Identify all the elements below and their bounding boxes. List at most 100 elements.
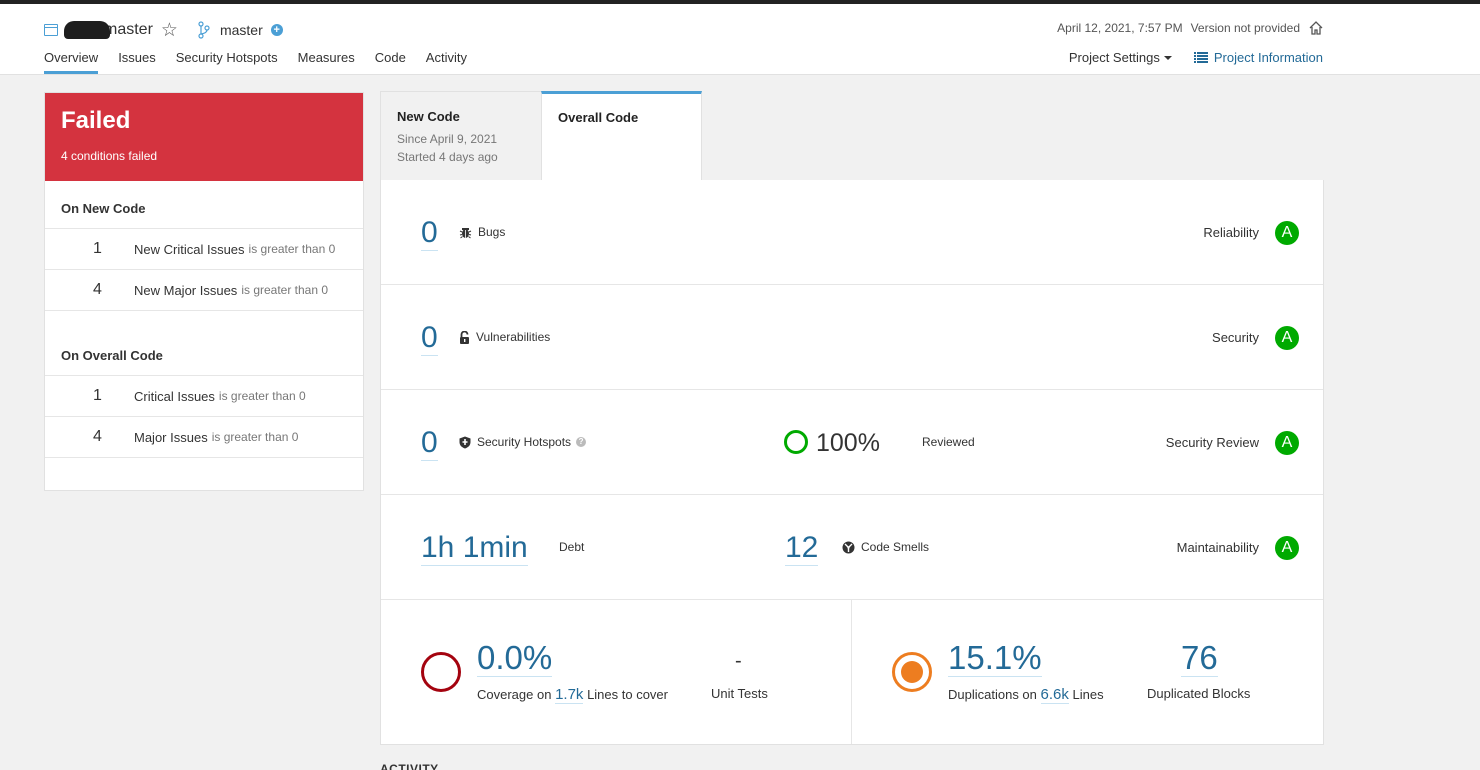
condition-metric: Critical Issues	[134, 388, 215, 404]
unit-tests-label: Unit Tests	[711, 686, 768, 701]
shield-icon	[459, 436, 471, 448]
condition-row[interactable]: 1 Critical Issues is greater than 0	[45, 376, 363, 417]
condition-value: 1	[93, 240, 102, 257]
coverage-value[interactable]: 0.0%	[477, 640, 553, 677]
tab-activity[interactable]: Activity	[426, 50, 467, 74]
vulnerabilities-row: 0 Vulnerabilities Security A	[381, 285, 1323, 390]
version-label: Version not provided	[1190, 21, 1300, 35]
coverage-duplications-row: 0.0% Coverage on 1.7k Lines to cover - U…	[381, 600, 1323, 744]
security-label: Security	[1212, 330, 1259, 345]
condition-row[interactable]: 1 New Critical Issues is greater than 0	[45, 229, 363, 270]
coverage-label: Coverage on 1.7k Lines to cover	[477, 686, 668, 704]
condition-metric: New Major Issues	[134, 282, 238, 298]
analysis-meta: April 12, 2021, 7:57 PM Version not prov…	[1057, 20, 1324, 36]
coverage-donut-icon	[421, 652, 461, 692]
debt-value[interactable]: 1h 1min	[421, 531, 528, 566]
coverage-label-suffix: Lines to cover	[587, 687, 668, 702]
page-header: master ☆ master + April 12, 2021, 7:57 P…	[0, 4, 1480, 75]
debt-label: Debt	[559, 540, 585, 554]
maintainability-label: Maintainability	[1176, 540, 1259, 555]
condition-row[interactable]: 4 New Major Issues is greater than 0	[45, 270, 363, 311]
condition-value: 4	[93, 428, 102, 445]
quality-gate-title: Failed	[61, 107, 131, 134]
duplicated-blocks-label: Duplicated Blocks	[1147, 686, 1251, 701]
condition-operator: is greater than 0	[218, 389, 306, 403]
nav-right: Project Settings Project Information	[1069, 50, 1323, 65]
security-rating[interactable]: A	[1275, 326, 1299, 350]
unit-tests-value: -	[735, 650, 742, 672]
redacted-project-name	[64, 21, 110, 39]
tab-new-code-started: Started 4 days ago	[397, 150, 498, 164]
duplications-donut-icon	[892, 652, 932, 692]
quality-gate-status: Failed 4 conditions failed	[45, 93, 363, 181]
tab-new-code-since: Since April 9, 2021	[397, 132, 498, 146]
tab-overview[interactable]: Overview	[44, 50, 99, 74]
tab-overall-code-title: Overall Code	[558, 110, 639, 125]
bugs-text: Bugs	[478, 225, 506, 239]
project-settings-dropdown[interactable]: Project Settings	[1069, 50, 1172, 65]
section-title: On Overall Code	[45, 311, 363, 376]
hotspots-label: Security Hotspots ?	[459, 435, 587, 449]
project-name[interactable]: master	[104, 21, 153, 39]
bugs-label: Bugs	[459, 225, 505, 239]
activity-heading: ACTIVITY	[380, 762, 439, 770]
condition-operator: is greater than 0	[211, 430, 299, 444]
measures-panel: 0 Bugs Reliability A 0 Vulnerabilities S…	[380, 180, 1324, 745]
maintainability-rating[interactable]: A	[1275, 536, 1299, 560]
duplicated-blocks-value[interactable]: 76	[1181, 640, 1218, 677]
bugs-row: 0 Bugs Reliability A	[381, 180, 1323, 285]
condition-metric: Major Issues	[134, 429, 208, 445]
branch-name[interactable]: master	[220, 22, 263, 38]
reviewed-percent[interactable]: 100%	[816, 426, 880, 460]
condition-operator: is greater than 0	[241, 283, 329, 297]
duplications-cell: 15.1% Duplications on 6.6k Lines 76 Dupl…	[852, 600, 1323, 744]
section-title: On New Code	[45, 181, 363, 229]
home-icon[interactable]	[1308, 20, 1324, 36]
analysis-date: April 12, 2021, 7:57 PM	[1057, 21, 1183, 35]
quality-gate-summary: 4 conditions failed	[61, 149, 158, 163]
vulnerabilities-value[interactable]: 0	[421, 321, 438, 356]
vulnerabilities-label: Vulnerabilities	[459, 330, 550, 344]
tab-overall-code[interactable]: Overall Code	[541, 91, 702, 180]
list-icon	[1193, 52, 1208, 63]
vulnerabilities-text: Vulnerabilities	[476, 330, 551, 344]
reviewed-donut-icon	[784, 430, 808, 454]
tab-code[interactable]: Code	[375, 50, 406, 74]
condition-value: 1	[93, 387, 102, 404]
coverage-label-prefix: Coverage on	[477, 687, 552, 702]
security-review-rating[interactable]: A	[1275, 431, 1299, 455]
reviewed-label: Reviewed	[922, 435, 975, 449]
coverage-cell: 0.0% Coverage on 1.7k Lines to cover - U…	[381, 600, 852, 744]
tab-new-code[interactable]: New Code Since April 9, 2021 Started 4 d…	[380, 91, 542, 180]
tab-issues[interactable]: Issues	[118, 50, 156, 74]
condition-row[interactable]: 4 Major Issues is greater than 0	[45, 417, 363, 458]
condition-operator: is greater than 0	[248, 242, 336, 256]
duplications-value[interactable]: 15.1%	[948, 640, 1042, 677]
security-review-label: Security Review	[1165, 435, 1259, 450]
project-information-link[interactable]: Project Information	[1193, 50, 1323, 65]
maintainability-row: 1h 1min Debt 12 Code Smells Maintainabil…	[381, 495, 1323, 600]
code-smell-icon	[842, 541, 855, 553]
tab-new-code-title: New Code	[397, 109, 460, 124]
hotspots-text: Security Hotspots	[477, 435, 572, 449]
branch-icon	[198, 21, 210, 39]
hotspots-value[interactable]: 0	[421, 426, 438, 461]
duplications-label: Duplications on 6.6k Lines	[948, 686, 1104, 704]
hotspots-row: 0 Security Hotspots ? 100% Reviewed Secu…	[381, 390, 1323, 495]
project-information-label: Project Information	[1213, 50, 1323, 65]
duplicated-lines-link[interactable]: 6.6k	[1040, 686, 1069, 704]
duplications-label-suffix: Lines	[1072, 687, 1104, 702]
code-smells-value[interactable]: 12	[785, 531, 819, 566]
duplications-label-prefix: Duplications on	[948, 687, 1037, 702]
reliability-rating[interactable]: A	[1275, 221, 1299, 245]
help-icon[interactable]: ?	[576, 437, 587, 447]
chevron-down-icon	[1163, 55, 1172, 60]
favorite-star-icon[interactable]: ☆	[161, 21, 178, 40]
add-branch-icon[interactable]: +	[270, 24, 283, 36]
bugs-value[interactable]: 0	[421, 216, 438, 251]
tab-measures[interactable]: Measures	[298, 50, 355, 74]
code-smells-text: Code Smells	[861, 540, 930, 554]
tab-security-hotspots[interactable]: Security Hotspots	[176, 50, 278, 74]
bug-icon	[459, 227, 472, 238]
lines-to-cover-link[interactable]: 1.7k	[555, 686, 584, 704]
